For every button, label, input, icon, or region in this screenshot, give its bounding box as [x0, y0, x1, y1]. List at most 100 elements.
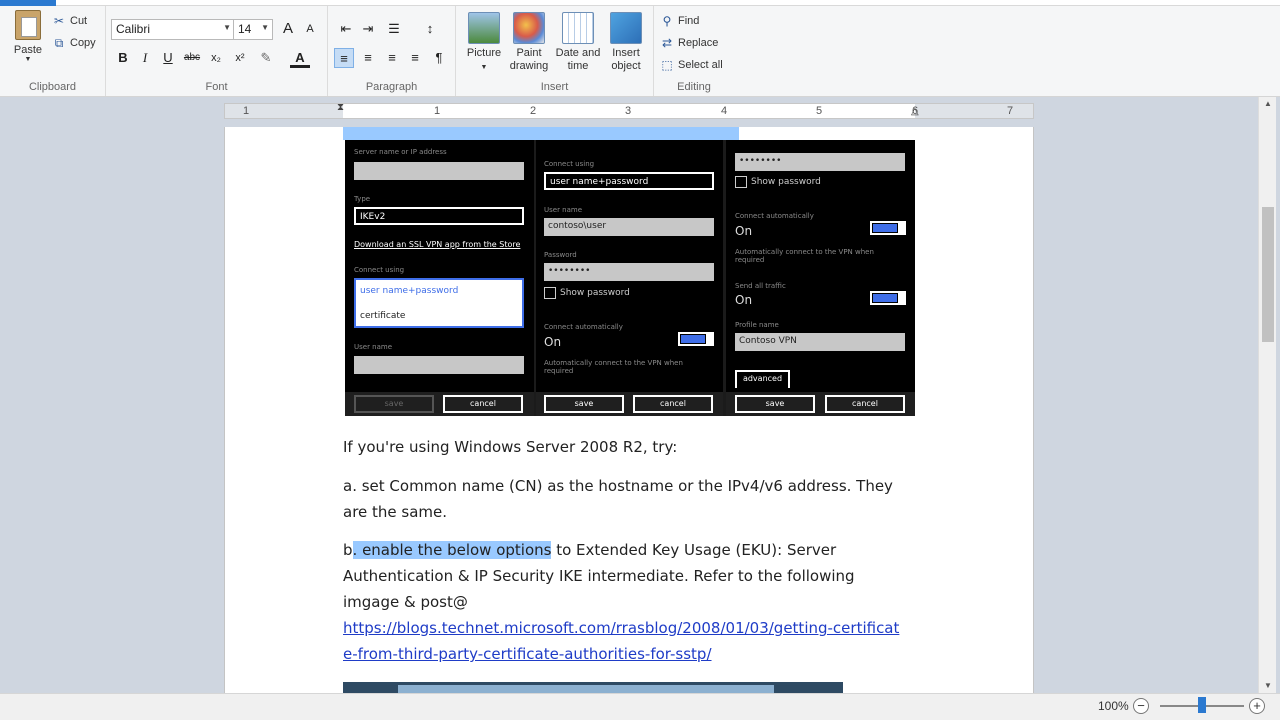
ruler-number: 1: [434, 105, 441, 117]
zoom-out-icon[interactable]: −: [1133, 698, 1149, 714]
send-toggle: [870, 291, 906, 305]
date-time-label: Date and time: [555, 47, 601, 72]
copy-button[interactable]: ⧉ Copy: [52, 36, 96, 50]
password-label: Password: [544, 251, 577, 259]
paragraph-eku: b. enable the below options to Extended …: [343, 537, 903, 615]
select-all-icon: ⬚: [661, 58, 673, 72]
replace-button[interactable]: ⇄ Replace: [660, 36, 718, 50]
shrink-font-button[interactable]: A: [300, 19, 320, 39]
scroll-down-icon[interactable]: ▼: [1259, 679, 1277, 693]
scroll-thumb[interactable]: [1262, 207, 1274, 342]
user-field: [354, 356, 524, 374]
send-state: On: [735, 293, 753, 307]
binoculars-icon: ⚲: [662, 14, 672, 28]
highlight-icon[interactable]: ✎: [256, 48, 276, 68]
technet-link[interactable]: https://blogs.technet.microsoft.com/rras…: [343, 615, 903, 667]
clipboard-group-label: Clipboard: [28, 81, 77, 93]
show-password-label: Show password: [560, 288, 630, 298]
align-center-icon[interactable]: ≡: [358, 48, 378, 68]
paste-dropdown-icon[interactable]: ▼: [8, 56, 48, 63]
line-spacing-icon[interactable]: ↕: [420, 19, 440, 39]
select-all-button[interactable]: ⬚ Select all: [660, 58, 722, 72]
auto-label: Connect automatically: [544, 323, 623, 331]
paragraph-server-2008: If you're using Windows Server 2008 R2, …: [343, 438, 678, 456]
show-password-label: Show password: [751, 177, 821, 187]
auto-state: On: [544, 335, 562, 349]
option-certificate: certificate: [360, 311, 406, 321]
subscript-button[interactable]: x₂: [206, 48, 226, 68]
auto-state: On: [735, 224, 753, 238]
paint-drawing-button[interactable]: Paint drawing: [508, 12, 550, 73]
selected-text: . enable the below options: [352, 541, 552, 559]
insert-object-label: Insert object: [611, 47, 641, 72]
font-family-select[interactable]: Calibri ▼: [111, 19, 235, 40]
server-field: [354, 162, 524, 180]
bullets-icon[interactable]: ☰: [384, 19, 404, 39]
ruler[interactable]: 1 1 2 3 4 5 6 7 ⧗ △: [224, 102, 1034, 119]
increase-indent-icon[interactable]: ⇥: [358, 19, 378, 39]
ruler-number: 2: [530, 105, 537, 117]
vertical-scrollbar[interactable]: ▲ ▼: [1258, 97, 1276, 693]
store-link: Download an SSL VPN app from the Store: [354, 240, 521, 249]
grow-font-button[interactable]: A: [278, 19, 298, 39]
paragraph-common-name: a. set Common name (CN) as the hostname …: [343, 477, 893, 521]
strikethrough-button[interactable]: abc: [182, 48, 202, 68]
bold-button[interactable]: B: [113, 48, 133, 68]
font-family-value: Calibri: [116, 22, 151, 36]
justify-icon[interactable]: ≡: [405, 48, 425, 68]
replace-label: Replace: [678, 37, 719, 49]
font-size-value: 14: [238, 22, 252, 36]
phone-screen-3: •••••••• Show password Connect automatic…: [726, 140, 915, 416]
ruler-number: 5: [816, 105, 823, 117]
paragraph-settings-icon[interactable]: ¶: [429, 48, 449, 68]
embedded-image-partial[interactable]: [343, 682, 843, 693]
copy-icon: ⧉: [54, 36, 64, 50]
font-size-select[interactable]: 14 ▼: [233, 19, 273, 40]
picture-icon: [468, 12, 500, 44]
calendar-icon: [562, 12, 594, 44]
find-button[interactable]: ⚲ Find: [660, 14, 700, 28]
checkbox-icon: [544, 287, 556, 299]
italic-button[interactable]: I: [135, 48, 155, 68]
zoom-in-icon[interactable]: +: [1249, 698, 1265, 714]
underline-button[interactable]: U: [158, 48, 178, 68]
paste-button[interactable]: Paste ▼: [8, 10, 48, 63]
right-indent-marker-icon[interactable]: △: [911, 106, 919, 117]
find-label: Find: [678, 15, 700, 27]
send-label: Send all traffic: [735, 282, 786, 290]
font-group: Calibri ▼ 14 ▼ A A B I U abc x₂ x² ✎ A F…: [106, 6, 328, 96]
scissors-icon: ✂: [53, 14, 65, 28]
date-time-button[interactable]: Date and time: [554, 12, 602, 73]
type-label: Type: [354, 195, 371, 203]
auto-note: Automatically connect to the VPN when re…: [735, 248, 874, 264]
insert-group-label: Insert: [540, 81, 569, 93]
chevron-down-icon: ▼: [223, 23, 231, 32]
connect-label: Connect using: [544, 160, 595, 168]
paint-palette-icon: [513, 12, 545, 44]
align-right-icon[interactable]: ≡: [382, 48, 402, 68]
cancel-button: cancel: [633, 395, 713, 413]
insert-object-button[interactable]: Insert object: [604, 12, 648, 73]
scroll-up-icon[interactable]: ▲: [1259, 97, 1277, 111]
zoom-slider-thumb[interactable]: [1198, 697, 1206, 713]
connect-label: Connect using: [354, 266, 405, 274]
show-password-checkbox: Show password: [544, 287, 630, 299]
superscript-button[interactable]: x²: [230, 48, 250, 68]
picture-label: Picture: [466, 47, 502, 59]
font-color-button[interactable]: A: [290, 48, 310, 68]
chevron-down-icon: ▼: [261, 23, 269, 32]
ruler-number: 4: [721, 105, 728, 117]
save-button: save: [735, 395, 815, 413]
decrease-indent-icon[interactable]: ⇤: [336, 19, 356, 39]
picture-button[interactable]: Picture ▼: [464, 12, 504, 74]
cancel-button: cancel: [825, 395, 905, 413]
indent-marker-icon[interactable]: ⧗: [337, 102, 344, 113]
document-page[interactable]: Server name or IP address Type IKEv2 Dow…: [224, 127, 1034, 693]
show-password-checkbox: Show password: [735, 176, 821, 188]
password-field: ••••••••: [735, 153, 905, 171]
align-left-icon[interactable]: ≡: [334, 48, 354, 68]
connect-field: user name+password: [544, 172, 714, 190]
embedded-image-vpn-settings[interactable]: Server name or IP address Type IKEv2 Dow…: [345, 140, 915, 416]
ruler-right-margin: [915, 104, 1033, 118]
cut-button[interactable]: ✂ Cut: [52, 14, 87, 28]
